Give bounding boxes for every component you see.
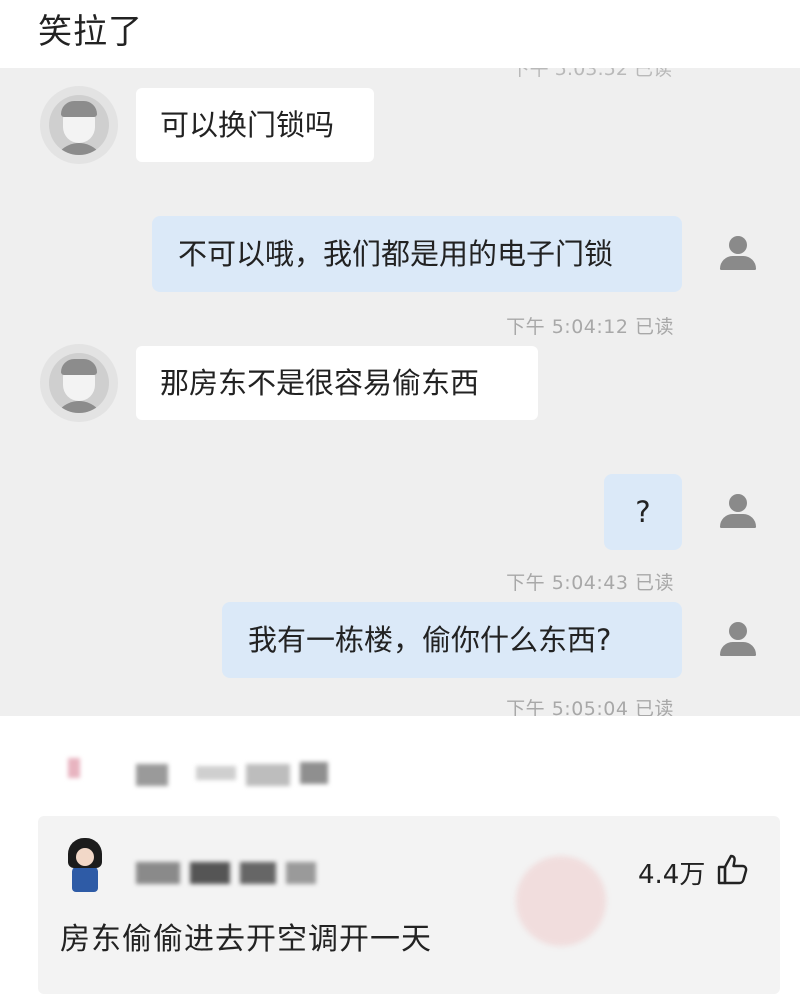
default-avatar-icon [40, 344, 118, 422]
like-count: 4.4万 [638, 860, 706, 890]
person-icon [718, 622, 758, 658]
default-avatar-icon [40, 86, 118, 164]
commenter-avatar[interactable] [62, 838, 108, 894]
thumbs-up-icon[interactable] [716, 852, 750, 886]
comment-card: 4.4万 房东偷偷进去开空调开一天 [38, 816, 780, 994]
person-icon [718, 236, 758, 272]
message-bubble-incoming: 那房东不是很容易偷东西 [136, 346, 538, 420]
message-timestamp: 下午 5:04:43 已读 [506, 572, 674, 594]
comment-text: 房东偷偷进去开空调开一天 [60, 922, 432, 957]
message-bubble-outgoing: ? [604, 474, 682, 550]
message-bubble-outgoing: 我有一栋楼，偷你什么东西? [222, 602, 682, 678]
chat-screenshot: 下午 5:03:52 已读 可以换门锁吗 不可以哦，我们都是用的电子门锁 下午 … [0, 68, 800, 716]
person-icon [718, 494, 758, 530]
blurred-username [48, 752, 348, 792]
message-bubble-incoming: 可以换门锁吗 [136, 88, 374, 162]
blurred-commenter-name [136, 860, 326, 884]
top-bar: 笑拉了 [0, 0, 800, 68]
message-bubble-outgoing: 不可以哦，我们都是用的电子门锁 [152, 216, 682, 292]
stamp-watermark [516, 856, 606, 946]
cropped-timestamp: 下午 5:03:52 已读 [510, 68, 672, 80]
message-timestamp: 下午 5:04:12 已读 [506, 316, 674, 338]
message-timestamp: 下午 5:05:04 已读 [506, 698, 674, 716]
post-title: 笑拉了 [38, 12, 143, 52]
